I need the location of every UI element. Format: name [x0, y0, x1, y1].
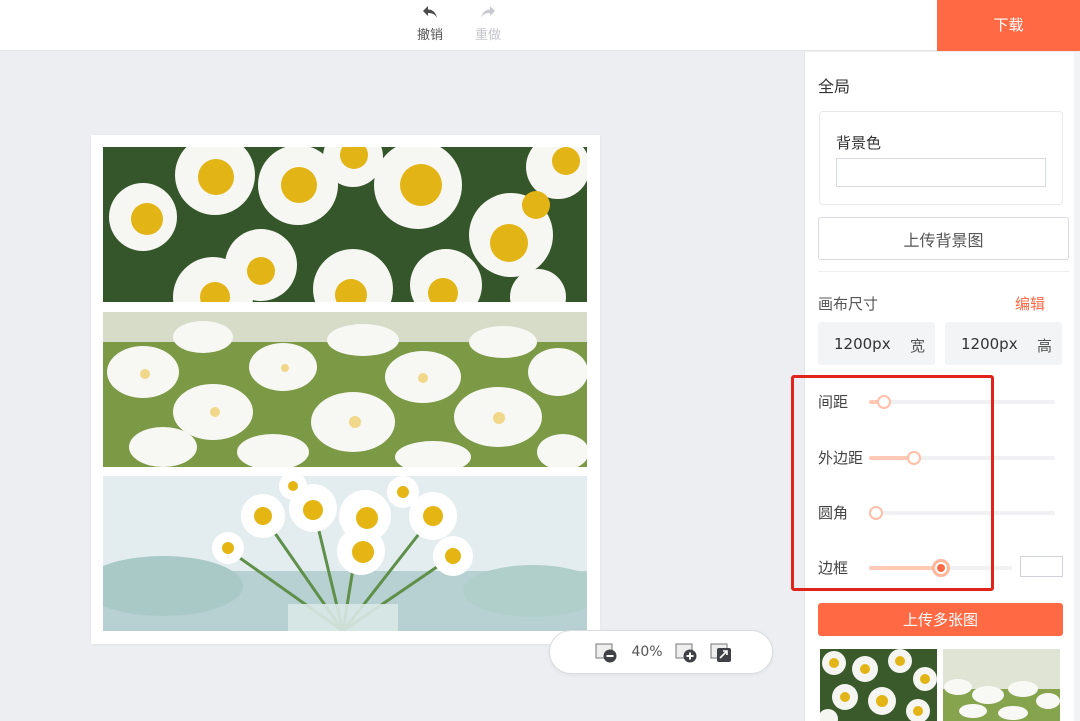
highlight-box	[791, 375, 994, 591]
collage-image-daisy-bouquet[interactable]	[103, 476, 587, 631]
fit-screen-icon[interactable]	[710, 643, 732, 663]
collage-image-white-flowers-field[interactable]	[103, 312, 587, 467]
undo-button[interactable]: 撤销	[410, 4, 450, 43]
panel-title: 全局	[818, 77, 851, 96]
thumbnail-image-chamomile[interactable]	[820, 649, 937, 721]
border-color-swatch[interactable]	[1020, 556, 1063, 577]
edit-size-link[interactable]: 编辑	[1015, 293, 1045, 314]
canvas-width-field[interactable]: 1200px 宽	[818, 322, 935, 365]
canvas-height-field[interactable]: 1200px 高	[945, 322, 1062, 365]
thumbnail-image-white-flowers[interactable]	[943, 649, 1060, 721]
zoom-level: 40%	[631, 644, 663, 660]
collage-canvas[interactable]	[91, 135, 600, 644]
undo-label: 撤销	[416, 28, 443, 43]
canvas-width-value: 1200px	[834, 335, 891, 353]
panel-scrollbar[interactable]	[1074, 52, 1080, 721]
background-color-card: 背景色	[819, 111, 1063, 205]
canvas-size-label: 画布尺寸	[818, 295, 879, 313]
zoom-controls: 40%	[549, 630, 773, 674]
top-toolbar: 撤销 重做 下载	[0, 0, 1080, 51]
canvas-width-unit: 宽	[909, 337, 925, 355]
download-button[interactable]: 下载	[937, 0, 1080, 51]
redo-label: 重做	[474, 28, 501, 43]
upload-background-button[interactable]: 上传背景图	[818, 217, 1069, 260]
collage-image-chamomile-closeup[interactable]	[103, 147, 587, 302]
divider	[818, 271, 1069, 272]
canvas-height-value: 1200px	[961, 335, 1018, 353]
canvas-height-unit: 高	[1036, 337, 1052, 355]
zoom-out-icon[interactable]	[595, 643, 617, 663]
zoom-in-icon[interactable]	[675, 643, 697, 663]
undo-icon	[410, 4, 450, 24]
redo-icon	[468, 4, 508, 24]
redo-button[interactable]: 重做	[468, 4, 508, 43]
upload-multiple-images-button[interactable]: 上传多张图	[818, 603, 1063, 636]
background-color-picker[interactable]	[836, 158, 1046, 187]
background-color-label: 背景色	[836, 134, 882, 152]
